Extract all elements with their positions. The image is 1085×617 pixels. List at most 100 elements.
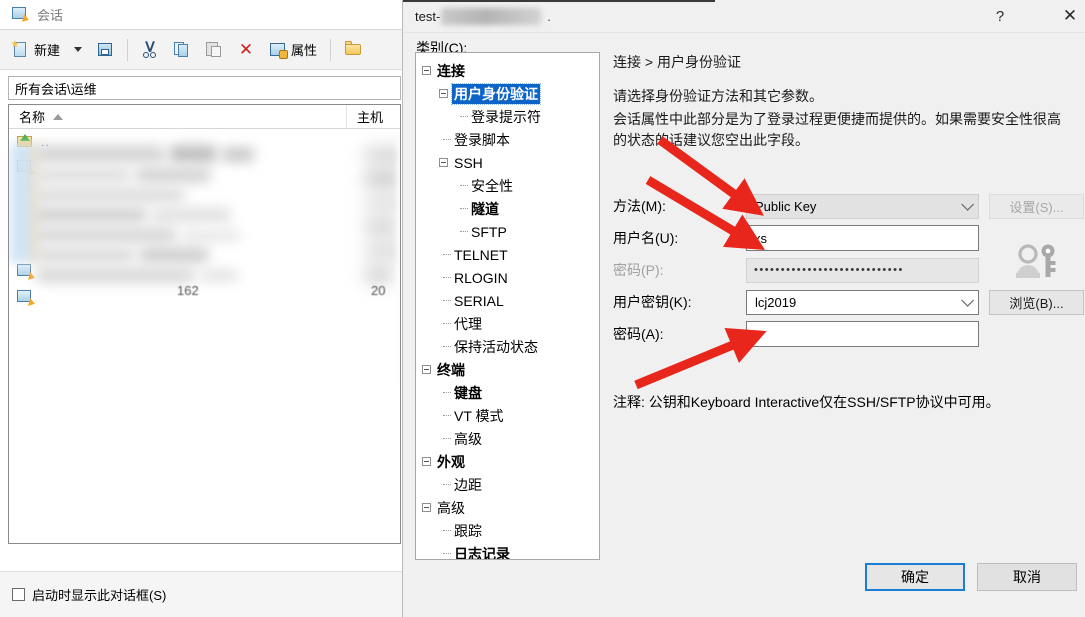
close-button[interactable]: ✕ (1049, 1, 1085, 31)
new-session-dropdown-button[interactable] (68, 35, 88, 65)
session-properties-dialog: test- . ? ✕ 类别(C): 连接 用户身份验证 登录提示符 登录脚本 SSH 安… (402, 0, 1085, 617)
new-session-button[interactable]: 新建 (6, 35, 66, 65)
tree-expander-icon[interactable] (422, 503, 431, 512)
save-button[interactable] (90, 35, 120, 65)
tree-branch-line (439, 404, 452, 427)
panel-description-line1: 请选择身份验证方法和其它参数。 (613, 88, 823, 104)
tree-item-7[interactable]: SFTP (422, 220, 599, 243)
new-session-icon (11, 40, 30, 58)
tree-expander-icon[interactable] (422, 66, 431, 75)
tree-item-14[interactable]: 键盘 (422, 381, 599, 404)
tree-item-5[interactable]: 安全性 (422, 174, 599, 197)
tree-item-label: 连接 (437, 62, 465, 79)
question-mark-icon: ? (995, 7, 1005, 25)
close-icon: ✕ (1062, 6, 1078, 25)
tree-item-21[interactable]: 日志记录 (422, 542, 599, 559)
tree-item-label: 用户身份验证 (451, 82, 541, 105)
breadcrumb-text: 所有会话\运维 (15, 81, 97, 97)
tree-item-11[interactable]: 代理 (422, 312, 599, 335)
tree-item-label: 终端 (437, 361, 465, 378)
username-row: 用户名(U): xs (613, 222, 1083, 254)
tree-item-12[interactable]: 保持活动状态 (422, 335, 599, 358)
tree-expander-icon[interactable] (422, 365, 431, 374)
tree-item-1[interactable]: 用户身份验证 (422, 82, 599, 105)
method-label: 方法(M): (613, 198, 666, 214)
tree-item-label: SFTP (471, 223, 507, 240)
list-item[interactable]: .. (9, 129, 400, 155)
column-header-host[interactable]: 主机 (347, 107, 383, 126)
tree-expander-icon[interactable] (439, 89, 448, 98)
list-item[interactable] (9, 207, 400, 233)
copy-button[interactable] (167, 35, 197, 65)
list-item[interactable] (9, 259, 400, 285)
tree-expander-icon[interactable] (439, 158, 448, 167)
tree-item-16[interactable]: 高级 (422, 427, 599, 450)
tree-item-20[interactable]: 跟踪 (422, 519, 599, 542)
tree-branch-line (439, 335, 452, 358)
tree-item-17[interactable]: 外观 (422, 450, 599, 473)
tree-item-9[interactable]: RLOGIN (422, 266, 599, 289)
dialog-titlebar[interactable]: test- . ? ✕ (403, 0, 1085, 33)
titlebar-divider (403, 32, 1085, 33)
tree-item-label: VT 模式 (454, 407, 504, 424)
list-item[interactable] (9, 155, 400, 181)
tree-branch-line (439, 427, 452, 450)
open-folder-button[interactable] (338, 35, 368, 65)
tree-item-8[interactable]: TELNET (422, 243, 599, 266)
method-select-value: Public Key (755, 198, 817, 214)
show-on-startup-checkbox[interactable] (12, 588, 25, 601)
passphrase-input[interactable] (746, 321, 979, 347)
method-settings-wrap: 设置(S)... (989, 193, 1084, 219)
folder-icon (344, 41, 362, 58)
tree-expander-icon[interactable] (422, 457, 431, 466)
paste-button[interactable] (199, 35, 229, 65)
tree-branch-line (439, 243, 452, 266)
session-list[interactable]: 名称 主机 .. 162 20 (8, 104, 401, 544)
sessions-toolbar: 新建 ✕ 属性 (0, 30, 409, 70)
password-input-wrap: •••••••••••••••••••••••••••• (746, 257, 979, 283)
tree-item-0[interactable]: 连接 (422, 59, 599, 82)
list-item[interactable] (9, 285, 400, 311)
userkey-select-wrap: lcj2019 (746, 289, 979, 315)
breadcrumb[interactable]: 所有会话\运维 (8, 76, 401, 100)
password-input[interactable]: •••••••••••••••••••••••••••• (746, 257, 979, 283)
category-tree[interactable]: 连接用户身份验证 登录提示符登录脚本 SSH 安全性 隧道 SFTP TELNET RLOGI… (415, 52, 600, 560)
tree-item-6[interactable]: 隧道 (422, 197, 599, 220)
dialog-title-suffix: . (547, 9, 551, 24)
tree-branch-line (439, 473, 452, 496)
tree-item-label: 跟踪 (454, 522, 482, 539)
ok-button[interactable]: 确定 (865, 563, 965, 591)
tree-item-label: 边距 (454, 476, 482, 493)
cut-button[interactable] (135, 35, 165, 65)
userkey-browse-wrap: 浏览(B)... (989, 289, 1084, 315)
help-button[interactable]: ? (979, 1, 1021, 31)
panel-breadcrumb: 连接 > 用户身份验证 (613, 54, 741, 70)
sort-ascending-icon (53, 113, 64, 120)
passphrase-row: 密码(A): (613, 318, 1083, 350)
tree-item-label: 登录脚本 (454, 131, 510, 148)
ok-button-label: 确定 (901, 569, 929, 585)
properties-button[interactable]: 属性 (263, 35, 323, 65)
tree-item-10[interactable]: SERIAL (422, 289, 599, 312)
method-select[interactable]: Public Key (746, 193, 979, 219)
tree-item-4[interactable]: SSH (422, 151, 599, 174)
tree-item-19[interactable]: 高级 (422, 496, 599, 519)
list-item[interactable] (9, 233, 400, 259)
list-item[interactable] (9, 181, 400, 207)
tree-item-15[interactable]: VT 模式 (422, 404, 599, 427)
tree-branch-line (439, 266, 452, 289)
delete-button[interactable]: ✕ (231, 35, 261, 65)
column-header-name[interactable]: 名称 (9, 105, 347, 128)
list-scrollbar[interactable] (397, 133, 400, 383)
tree-item-13[interactable]: 终端 (422, 358, 599, 381)
properties-icon (269, 41, 289, 59)
userkey-browse-button[interactable]: 浏览(B)... (989, 289, 1084, 315)
tree-item-18[interactable]: 边距 (422, 473, 599, 496)
userkey-select[interactable]: lcj2019 (746, 289, 979, 315)
tree-item-label: 高级 (437, 499, 465, 516)
username-input[interactable]: xs (746, 225, 979, 251)
cancel-button[interactable]: 取消 (977, 563, 1077, 591)
tree-item-2[interactable]: 登录提示符 (422, 105, 599, 128)
method-settings-button[interactable]: 设置(S)... (989, 193, 1084, 219)
tree-item-3[interactable]: 登录脚本 (422, 128, 599, 151)
